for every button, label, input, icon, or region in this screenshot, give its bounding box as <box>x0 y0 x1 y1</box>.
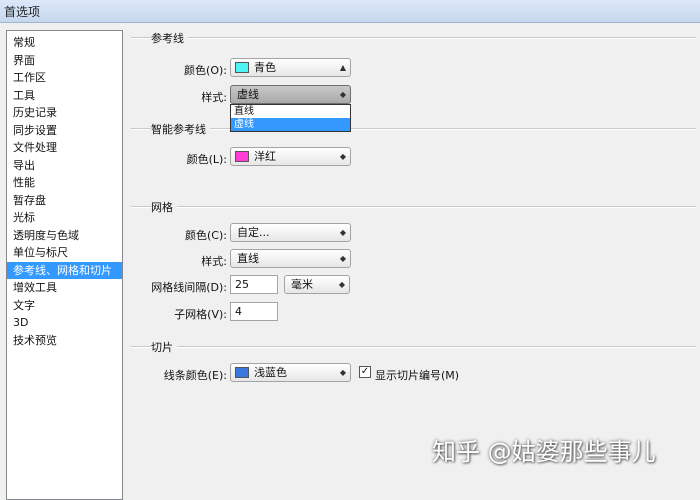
grid-color-value: 自定... <box>237 226 270 239</box>
smart-guides-divider <box>131 128 696 130</box>
guides-color-dropdown[interactable]: 青色 ▲ <box>230 58 351 77</box>
sidebar-item-units-rulers[interactable]: 单位与标尺 <box>7 244 122 262</box>
title-bar: 首选项 <box>0 0 700 23</box>
grid-group-title: 网格 <box>151 199 177 215</box>
sidebar-item-interface[interactable]: 界面 <box>7 52 122 70</box>
grid-spacing-unit-value: 毫米 <box>291 278 313 291</box>
sidebar-item-tools[interactable]: 工具 <box>7 87 122 105</box>
style-option-solid[interactable]: 直线 <box>231 105 350 118</box>
slices-line-color-dropdown[interactable]: 浅蓝色 ◆ <box>230 363 351 382</box>
smart-guides-color-label: 颜色(L): <box>186 153 227 166</box>
sidebar-item-sync-settings[interactable]: 同步设置 <box>7 122 122 140</box>
guides-color-swatch <box>235 62 249 73</box>
chevron-updown-icon: ◆ <box>338 280 345 289</box>
preferences-panel: 参考线 颜色(O): 青色 ▲ 样式: 虚线 ◆ 直线 虚线 智能参考线 颜色(… <box>123 22 700 492</box>
sidebar-item-guides-grid-slices[interactable]: 参考线、网格和切片 <box>7 261 122 279</box>
grid-subdivisions-input[interactable]: 4 <box>230 302 278 321</box>
sidebar-item-type[interactable]: 文字 <box>7 297 122 315</box>
guides-style-label: 样式: <box>201 91 227 104</box>
guides-style-value: 虚线 <box>237 88 259 101</box>
sidebar-item-export[interactable]: 导出 <box>7 157 122 175</box>
sidebar-item-cursors[interactable]: 光标 <box>7 209 122 227</box>
slices-line-color-value: 浅蓝色 <box>254 366 287 379</box>
slices-divider <box>131 346 696 348</box>
chevron-updown-icon: ◆ <box>339 152 346 161</box>
style-option-dashed[interactable]: 虚线 <box>231 118 350 131</box>
grid-spacing-input[interactable]: 25 <box>230 275 278 294</box>
grid-divider <box>131 206 696 208</box>
smart-guides-color-swatch <box>235 151 249 162</box>
grid-color-label: 颜色(C): <box>185 229 227 242</box>
slices-group-title: 切片 <box>151 339 177 355</box>
grid-subdivisions-label: 子网格(V): <box>174 308 227 321</box>
sidebar-item-workspace[interactable]: 工作区 <box>7 69 122 87</box>
sidebar-item-scratch-disks[interactable]: 暂存盘 <box>7 192 122 210</box>
chevron-updown-icon: ◆ <box>339 368 346 377</box>
sidebar-item-transparency-gamut[interactable]: 透明度与色域 <box>7 227 122 245</box>
grid-color-dropdown[interactable]: 自定... ◆ <box>230 223 351 242</box>
slices-line-color-label: 线条颜色(E): <box>163 369 227 382</box>
smart-guides-group-title: 智能参考线 <box>151 121 210 137</box>
sidebar-item-plugins[interactable]: 增效工具 <box>7 279 122 297</box>
guides-color-label: 颜色(O): <box>184 64 227 77</box>
sidebar-item-history[interactable]: 历史记录 <box>7 104 122 122</box>
smart-guides-color-dropdown[interactable]: 洋红 ◆ <box>230 147 351 166</box>
sidebar-item-technology-previews[interactable]: 技术预览 <box>7 332 122 350</box>
grid-style-label: 样式: <box>201 255 227 268</box>
slices-line-color-swatch <box>235 367 249 378</box>
preferences-category-list[interactable]: 常规 界面 工作区 工具 历史记录 同步设置 文件处理 导出 性能 暂存盘 光标… <box>6 30 123 500</box>
sidebar-item-3d[interactable]: 3D <box>7 314 122 332</box>
chevron-updown-icon: ◆ <box>339 90 346 99</box>
chevron-updown-icon: ▲ <box>339 63 346 72</box>
smart-guides-color-value: 洋红 <box>254 150 276 163</box>
guides-style-dropdown[interactable]: 虚线 ◆ <box>230 85 351 104</box>
grid-spacing-unit-dropdown[interactable]: 毫米 ◆ <box>284 275 350 294</box>
guides-divider <box>131 37 696 39</box>
window-title: 首选项 <box>4 5 41 19</box>
grid-style-value: 直线 <box>237 252 259 265</box>
chevron-updown-icon: ◆ <box>339 228 346 237</box>
grid-style-dropdown[interactable]: 直线 ◆ <box>230 249 351 268</box>
guides-color-value: 青色 <box>254 61 276 74</box>
sidebar-item-file-handling[interactable]: 文件处理 <box>7 139 122 157</box>
grid-spacing-label: 网格线间隔(D): <box>151 281 227 294</box>
show-slice-numbers-label[interactable]: 显示切片编号(M) <box>375 367 459 383</box>
show-slice-numbers-checkbox[interactable]: ✓ <box>359 366 371 378</box>
chevron-updown-icon: ◆ <box>339 254 346 263</box>
guides-group-title: 参考线 <box>151 30 188 46</box>
watermark: 知乎 @姑婆那些事儿 <box>432 438 656 466</box>
sidebar-item-general[interactable]: 常规 <box>7 34 122 52</box>
guides-style-popup[interactable]: 直线 虚线 <box>230 104 351 132</box>
sidebar-item-performance[interactable]: 性能 <box>7 174 122 192</box>
